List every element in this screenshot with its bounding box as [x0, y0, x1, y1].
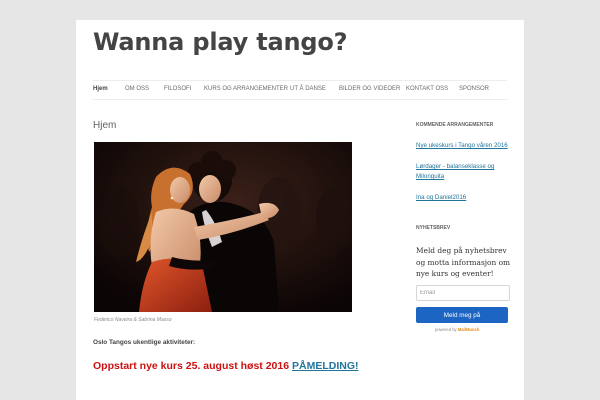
- nav-item-about[interactable]: OM OSS: [125, 86, 149, 92]
- announcement-text: Oppstart nye kurs 25. august høst 2016: [93, 360, 290, 372]
- activities-heading: Oslo Tangos ukentlige aktiviteter:: [93, 339, 196, 346]
- nav-item-go-dancing[interactable]: UT Å DANSE: [290, 86, 326, 92]
- nav-item-courses[interactable]: KURS OG ARRANGEMENTER: [204, 86, 288, 92]
- subscribe-button[interactable]: Meld meg på: [416, 307, 508, 323]
- event-link-ina-daniel[interactable]: Ina og Daniel2016: [416, 193, 508, 203]
- mailmunch-brand[interactable]: MailMunch: [458, 327, 480, 332]
- nav-item-home[interactable]: Hjem: [93, 86, 108, 92]
- image-caption: Federico Naveira & Sabrina Masso: [94, 317, 172, 323]
- main-navigation: Hjem OM OSS FILOSOFI KURS OG ARRANGEMENT…: [93, 80, 507, 100]
- powered-by-prefix: powered by: [435, 327, 457, 332]
- registration-link[interactable]: PÅMELDING!: [292, 360, 359, 372]
- page: Wanna play tango? Hjem OM OSS FILOSOFI K…: [76, 20, 524, 400]
- nav-item-contact[interactable]: KONTAKT OSS: [406, 86, 448, 92]
- course-announcement: Oppstart nye kurs 25. august høst 2016 P…: [93, 360, 359, 372]
- tango-dancers-photo[interactable]: [94, 142, 352, 312]
- newsletter-description: Meld deg på nyhetsbrev og motta informas…: [416, 246, 511, 278]
- event-link-saturday-classes[interactable]: Lørdager - balanseklasse og Milonguita: [416, 162, 508, 182]
- nav-item-philosophy[interactable]: FILOSOFI: [164, 86, 191, 92]
- powered-by-note: powered by MailMunch: [435, 327, 479, 332]
- site-title[interactable]: Wanna play tango?: [93, 28, 348, 56]
- nav-item-sponsor[interactable]: SPONSOR: [459, 86, 489, 92]
- event-link-spring-courses[interactable]: Nye ukeskurs i Tango våren 2016: [416, 141, 508, 151]
- upcoming-events-title: KOMMENDE ARRANGEMENTER: [416, 122, 494, 128]
- newsletter-title: NYHETSBREV: [416, 225, 451, 231]
- nav-item-media[interactable]: BILDER OG VIDEOER: [339, 86, 400, 92]
- page-title: Hjem: [93, 120, 117, 131]
- email-field[interactable]: [416, 285, 510, 301]
